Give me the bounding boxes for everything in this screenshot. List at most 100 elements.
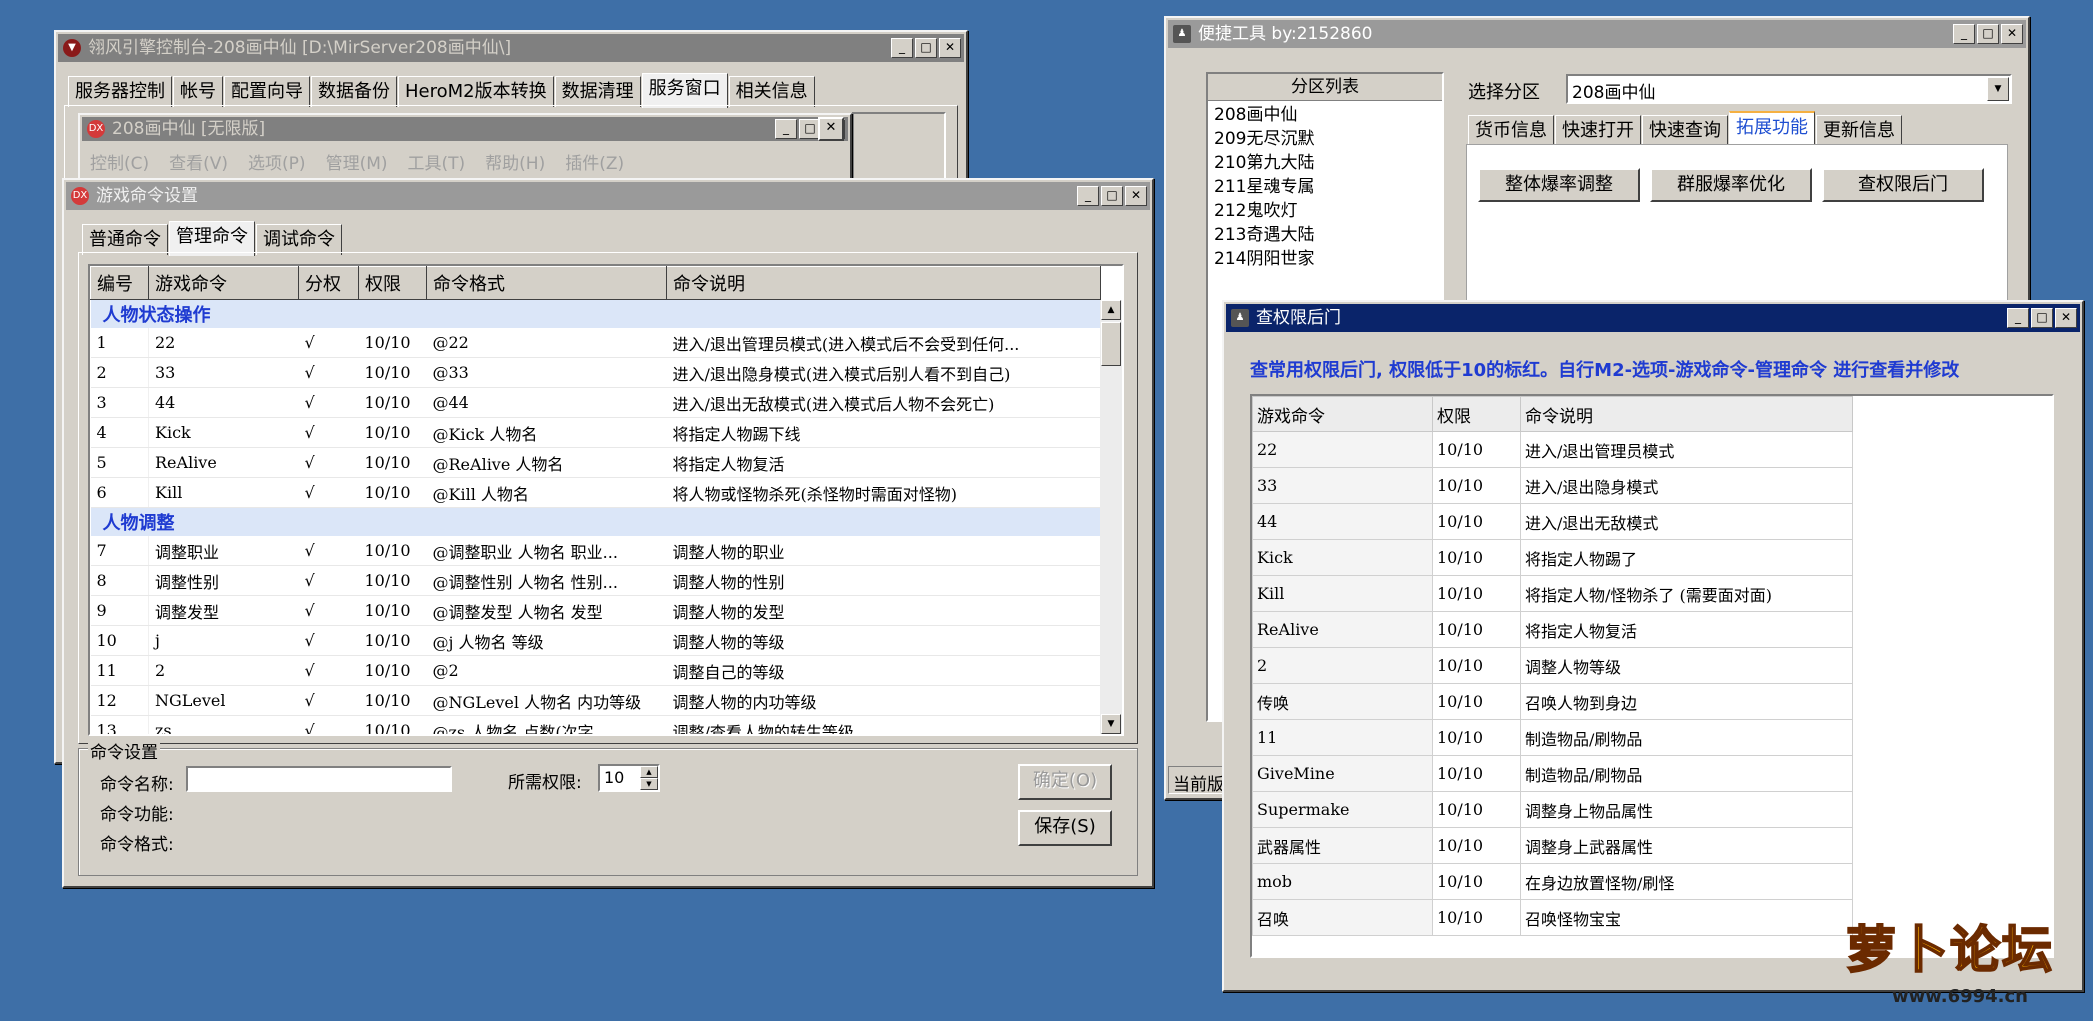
column-header[interactable]: 命令说明 [666,266,1101,300]
menu-item-5[interactable]: 帮助(H) [485,154,545,174]
maximize-icon[interactable]: □ [1101,186,1123,206]
quick-tab-1[interactable]: 快速打开 [1555,115,1641,146]
close-icon[interactable]: ✕ [939,38,961,58]
column-header[interactable]: 分权 [298,266,359,300]
quick-action-button-2[interactable]: 查权限后门 [1822,168,1984,202]
gcs-tab-0[interactable]: 普通命令 [82,224,168,255]
table-row[interactable]: 5 ReAlive √ 10/10 @ReAlive 人物名 将指定人物复活 [90,447,1101,478]
gcs-tab-2[interactable]: 调试命令 [256,224,342,255]
table-row[interactable]: 8 调整性别 √ 10/10 @调整性别 人物名 性别... 调整人物的性别 [90,565,1101,596]
confirm-button[interactable]: 确定(O) [1018,764,1112,800]
maximize-icon[interactable]: □ [1977,24,1999,44]
command-name-input[interactable] [186,766,452,792]
list-item[interactable]: 208画中仙 [1208,103,1442,127]
table-row[interactable]: 2 33 √ 10/10 @33 进入/退出隐身模式(进入模式后别人看不到自己) [90,357,1101,388]
list-item[interactable]: 214阴阳世家 [1208,247,1442,271]
table-row[interactable]: Kick 10/10 将指定人物踢了 [1252,539,1853,576]
tab-1[interactable]: 帐号 [173,76,223,107]
table-row[interactable]: Kill 10/10 将指定人物/怪物杀了 (需要面对面) [1252,575,1853,612]
gcs-title-bar[interactable]: DX 游戏命令设置 _ □ ✕ [66,182,1150,210]
engine-title-bar[interactable]: ▼ 翎风引擎控制台-208画中仙 [D:\MirServer208画中仙\] _… [58,34,964,62]
backdoor-title-bar[interactable]: ♟ 查权限后门 _ □ ✕ [1226,304,2080,332]
gcs-tab-1[interactable]: 管理命令 [169,221,255,256]
table-row[interactable]: 传唤 10/10 召唤人物到身边 [1252,683,1853,720]
minimize-icon[interactable]: _ [1953,24,1975,44]
quick-tab-4[interactable]: 更新信息 [1816,115,1902,146]
table-row[interactable]: 11 2 √ 10/10 @2 调整自己的等级 [90,655,1101,686]
group-row[interactable]: 人物状态操作 [90,299,1101,328]
quick-action-button-1[interactable]: 群服爆率优化 [1650,168,1812,202]
table-row[interactable]: 10 j √ 10/10 @j 人物名 等级 调整人物的等级 [90,625,1101,656]
scroll-down-icon[interactable]: ▼ [1101,714,1121,734]
table-row[interactable]: 12 NGLevel √ 10/10 @NGLevel 人物名 内功等级 调整人物的内功等… [90,685,1101,716]
scroll-up-icon[interactable]: ▲ [1101,300,1121,320]
maximize-icon[interactable]: □ [915,38,937,58]
list-item[interactable]: 211星魂专属 [1208,175,1442,199]
table-row[interactable]: GiveMine 10/10 制造物品/刷物品 [1252,755,1853,792]
m2-title-bar[interactable]: DX 208画中仙 [无限版] _□✕ [82,117,848,141]
column-header[interactable]: 权限 [1432,396,1521,432]
table-row[interactable]: 9 调整发型 √ 10/10 @调整发型 人物名 发型 调整人物的发型 [90,595,1101,626]
m2-extra-close-button[interactable]: ✕ [818,117,844,141]
list-item[interactable]: 209无尽沉默 [1208,127,1442,151]
table-row[interactable]: 4 Kick √ 10/10 @Kick 人物名 将指定人物踢下线 [90,417,1101,448]
tab-3[interactable]: 数据备份 [311,76,397,107]
select-partition-dropdown[interactable]: 208画中仙 ▼ [1566,74,2012,104]
table-row[interactable]: 武器属性 10/10 调整身上武器属性 [1252,827,1853,864]
group-row[interactable]: 人物调整 [90,507,1101,536]
minimize-icon[interactable]: _ [775,119,797,139]
minimize-icon[interactable]: _ [1077,186,1099,206]
column-header[interactable]: 权限 [358,266,427,300]
menu-item-3[interactable]: 管理(M) [326,154,388,174]
maximize-icon[interactable]: □ [2031,308,2053,328]
table-row[interactable]: 13 zs √ 10/10 @zs 人物名 点数(次字 调整/查看人物的转生等级 [90,715,1101,734]
table-row[interactable]: ReAlive 10/10 将指定人物复活 [1252,611,1853,648]
spin-down-icon[interactable]: ▼ [640,778,658,790]
menu-item-4[interactable]: 工具(T) [408,154,466,174]
table-row[interactable]: 44 10/10 进入/退出无敌模式 [1252,503,1853,540]
save-button[interactable]: 保存(S) [1018,810,1112,846]
tab-6[interactable]: 服务窗口 [641,73,728,108]
table-row[interactable]: Supermake 10/10 调整身上物品属性 [1252,791,1853,828]
table-row[interactable]: 2 10/10 调整人物等级 [1252,647,1853,684]
spin-up-icon[interactable]: ▲ [640,766,658,778]
table-row[interactable]: 7 调整职业 √ 10/10 @调整职业 人物名 职业... 调整人物的职业 [90,536,1101,566]
column-header[interactable]: 命令格式 [426,266,667,300]
table-row[interactable]: 22 10/10 进入/退出管理员模式 [1252,431,1853,468]
quick-tab-0[interactable]: 货币信息 [1468,115,1554,146]
table-row[interactable]: 33 10/10 进入/退出隐身模式 [1252,467,1853,504]
tab-2[interactable]: 配置向导 [224,76,310,107]
quick-tab-3[interactable]: 拓展功能 [1729,111,1815,147]
column-header[interactable]: 游戏命令 [1252,396,1433,432]
table-row[interactable]: 6 Kill √ 10/10 @Kill 人物名 将人物或怪物杀死(杀怪物时需面对怪物) [90,477,1101,508]
menu-item-1[interactable]: 查看(V) [169,154,228,174]
command-grid-scrollbar[interactable]: ▲ ▼ [1100,300,1122,734]
close-icon[interactable]: ✕ [2055,308,2077,328]
table-row[interactable]: 11 10/10 制造物品/刷物品 [1252,719,1853,756]
table-row[interactable]: 1 22 √ 10/10 @22 进入/退出管理员模式(进入模式后不会受到任何... [90,328,1101,358]
menu-item-2[interactable]: 选项(P) [248,154,306,174]
minimize-icon[interactable]: _ [2007,308,2029,328]
chevron-down-icon[interactable]: ▼ [1987,77,2009,101]
tab-7[interactable]: 相关信息 [728,76,815,107]
quick-title-bar[interactable]: ♟ 便捷工具 by:2152860 _ □ ✕ [1168,20,2026,48]
tab-0[interactable]: 服务器控制 [68,76,172,107]
tab-4[interactable]: HeroM2版本转换 [398,76,554,107]
list-item[interactable]: 210第九大陆 [1208,151,1442,175]
list-item[interactable]: 213奇遇大陆 [1208,223,1442,247]
quick-tab-2[interactable]: 快速查询 [1642,115,1728,146]
table-row[interactable]: 3 44 √ 10/10 @44 进入/退出无敌模式(进入模式后人物不会死亡) [90,387,1101,418]
tab-5[interactable]: 数据清理 [554,76,641,107]
table-row[interactable]: mob 10/10 在身边放置怪物/刷怪 [1252,863,1853,900]
menu-item-0[interactable]: 控制(C) [90,154,149,174]
scroll-thumb[interactable] [1101,322,1121,366]
quick-action-button-0[interactable]: 整体爆率调整 [1478,168,1640,202]
column-header[interactable]: 游戏命令 [148,266,299,300]
close-icon[interactable]: ✕ [1125,186,1147,206]
close-icon[interactable]: ✕ [2001,24,2023,44]
menu-item-6[interactable]: 插件(Z) [565,154,624,174]
column-header[interactable]: 编号 [90,266,149,300]
minimize-icon[interactable]: _ [891,38,913,58]
list-item[interactable]: 212鬼吹灯 [1208,199,1442,223]
column-header[interactable]: 命令说明 [1520,396,1853,432]
